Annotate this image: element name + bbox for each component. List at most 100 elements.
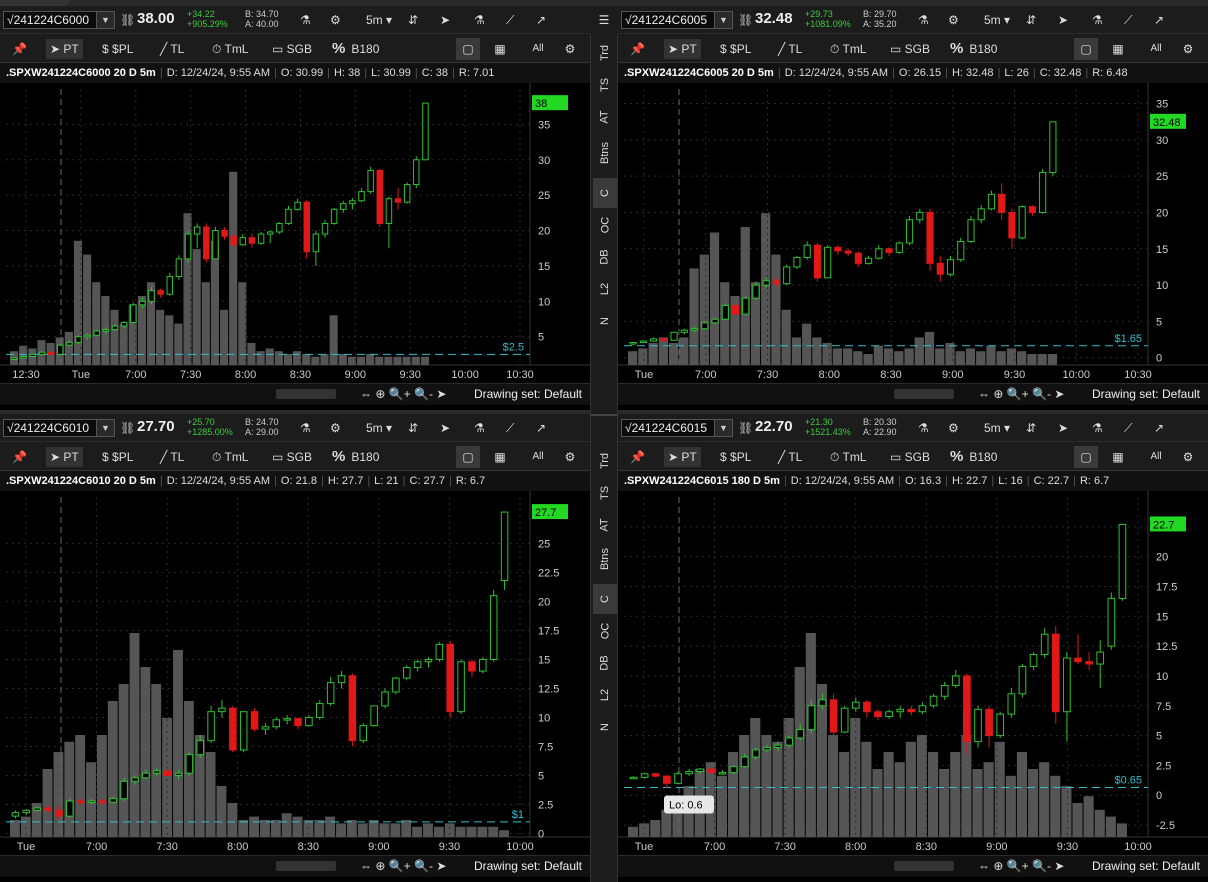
timeline-tool[interactable]: ⏱ TmL — [212, 447, 248, 467]
grid-layout-icon[interactable]: ▦ — [488, 446, 512, 468]
tab-at[interactable]: AT — [593, 102, 617, 132]
pl-tool[interactable]: $ $PL — [102, 447, 133, 467]
pin-icon[interactable]: 📌 — [12, 39, 27, 59]
scrollbar[interactable] — [894, 861, 954, 871]
pointer-tool[interactable]: ➤ PT — [664, 39, 701, 59]
flask-icon[interactable]: ⚗ — [474, 9, 485, 31]
pointer-tool[interactable]: ➤ PT — [664, 447, 701, 467]
tab-db[interactable]: DB — [593, 648, 617, 678]
grid-layout-icon[interactable]: ▦ — [488, 38, 512, 60]
scrollbar[interactable] — [276, 389, 336, 399]
pin-icon[interactable]: 📌 — [630, 447, 645, 467]
tab-btns[interactable]: Btns — [593, 138, 617, 174]
settings-icon[interactable]: ⚙ — [1176, 38, 1200, 60]
share-icon[interactable]: ↗ — [536, 417, 546, 439]
zoom-in-icon[interactable]: 🔍+ — [389, 387, 414, 401]
tab-btns[interactable]: Btns — [593, 544, 617, 580]
zoom-out-icon[interactable]: 🔍- — [414, 387, 436, 401]
sgb-tool[interactable]: ▭ SGB — [272, 447, 312, 467]
scrollbar[interactable] — [276, 861, 336, 871]
gear-icon[interactable]: ⚙ — [948, 9, 959, 31]
flask-icon[interactable]: ⚗ — [918, 9, 929, 31]
settings-icon[interactable]: ⚙ — [558, 38, 582, 60]
flask-icon[interactable]: ⚗ — [1092, 9, 1103, 31]
sgb-tool[interactable]: ▭ SGB — [272, 39, 312, 59]
symbol-input[interactable]: √241224C6010 ▼ — [3, 419, 115, 437]
trendline-tool[interactable]: ╱ TL — [778, 447, 802, 467]
crosshair-icon[interactable]: ⊕ — [375, 387, 388, 401]
drawing-set-label[interactable]: Drawing set: Default — [1092, 387, 1200, 401]
b180-tool[interactable]: % B180 — [950, 447, 997, 467]
tab-l2[interactable]: L2 — [593, 274, 617, 304]
cursor-icon[interactable]: ➤ — [1058, 9, 1068, 31]
flask-icon[interactable]: ⚗ — [300, 9, 311, 31]
pan-icon[interactable]: ⇔ — [360, 859, 375, 873]
tab-at[interactable]: AT — [593, 510, 617, 540]
menu-icon[interactable]: ☰ — [590, 6, 618, 34]
cursor-icon[interactable]: ➤ — [436, 387, 446, 401]
cursor-icon[interactable]: ➤ — [1054, 387, 1064, 401]
pin-icon[interactable]: 📌 — [12, 447, 27, 467]
pointer-tool[interactable]: ➤ PT — [46, 39, 83, 59]
compare-icon[interactable]: ⇵ — [1026, 9, 1036, 31]
symbol-input[interactable]: √241224C6000 ▼ — [3, 11, 115, 29]
cursor-icon[interactable]: ➤ — [1054, 859, 1064, 873]
chart-canvas[interactable]: 35 30 25 20 15 10 5 12:30 Tue 7:00 7:30 8:00 8:30 9:0… — [0, 83, 590, 383]
all-button[interactable]: All — [526, 446, 550, 468]
period-selector[interactable]: 5m ▾ — [984, 417, 1010, 439]
single-layout-icon[interactable]: ▢ — [456, 38, 480, 60]
pl-tool[interactable]: $ $PL — [102, 39, 133, 59]
pl-tool[interactable]: $ $PL — [720, 39, 751, 59]
pan-icon[interactable]: ⇔ — [978, 859, 993, 873]
single-layout-icon[interactable]: ▢ — [1074, 446, 1098, 468]
sgb-tool[interactable]: ▭ SGB — [890, 39, 930, 59]
period-selector[interactable]: 5m ▾ — [366, 9, 392, 31]
tab-l2[interactable]: L2 — [593, 680, 617, 710]
zoom-in-icon[interactable]: 🔍+ — [389, 859, 414, 873]
chart-canvas[interactable]: 25 22.5 20 17.5 15 12.5 10 7.5 5 2.5 0 Tue 7:00 7:30 8… — [0, 491, 590, 855]
tab-trd[interactable]: Trd — [593, 38, 617, 68]
trendline-tool[interactable]: ╱ TL — [160, 447, 184, 467]
drawing-icon[interactable]: ⟋ — [506, 9, 514, 31]
scrollbar[interactable] — [894, 389, 954, 399]
chart-canvas[interactable]: 35 30 25 20 15 10 5 0 Tue 7:00 7:30 8:00 8:30 9:00 9:3… — [618, 83, 1208, 383]
gear-icon[interactable]: ⚙ — [948, 417, 959, 439]
share-icon[interactable]: ↗ — [1154, 9, 1164, 31]
tab-c[interactable]: C — [593, 178, 617, 208]
link-icon[interactable]: ⛓ — [738, 13, 753, 27]
timeline-tool[interactable]: ⏱ TmL — [212, 39, 248, 59]
drawing-set-label[interactable]: Drawing set: Default — [474, 387, 582, 401]
drawing-icon[interactable]: ⟋ — [506, 417, 514, 439]
all-button[interactable]: All — [526, 38, 550, 60]
gear-icon[interactable]: ⚙ — [330, 9, 341, 31]
zoom-in-icon[interactable]: 🔍+ — [1007, 859, 1032, 873]
trendline-tool[interactable]: ╱ TL — [160, 39, 184, 59]
crosshair-icon[interactable]: ⊕ — [993, 859, 1006, 873]
compare-icon[interactable]: ⇵ — [408, 9, 418, 31]
tab-ts[interactable]: TS — [593, 478, 617, 508]
b180-tool[interactable]: % B180 — [332, 447, 379, 467]
grid-layout-icon[interactable]: ▦ — [1106, 446, 1130, 468]
tab-n[interactable]: N — [593, 306, 617, 336]
sgb-tool[interactable]: ▭ SGB — [890, 447, 930, 467]
share-icon[interactable]: ↗ — [1154, 417, 1164, 439]
drawing-set-label[interactable]: Drawing set: Default — [1092, 859, 1200, 873]
chevron-down-icon[interactable]: ▼ — [714, 12, 732, 28]
zoom-out-icon[interactable]: 🔍- — [1032, 859, 1054, 873]
timeline-tool[interactable]: ⏱ TmL — [830, 447, 866, 467]
pin-icon[interactable]: 📌 — [630, 39, 645, 59]
chart-canvas[interactable]: 22.52017.51512.5107.552.50-2.5Tue7:007:3… — [618, 491, 1208, 855]
flask-icon[interactable]: ⚗ — [300, 417, 311, 439]
drawing-set-label[interactable]: Drawing set: Default — [474, 859, 582, 873]
tab-trd[interactable]: Trd — [593, 446, 617, 476]
pl-tool[interactable]: $ $PL — [720, 447, 751, 467]
zoom-out-icon[interactable]: 🔍- — [414, 859, 436, 873]
chevron-down-icon[interactable]: ▼ — [96, 12, 114, 28]
period-selector[interactable]: 5m ▾ — [366, 417, 392, 439]
compare-icon[interactable]: ⇵ — [408, 417, 418, 439]
b180-tool[interactable]: % B180 — [950, 39, 997, 59]
pointer-tool[interactable]: ➤ PT — [46, 447, 83, 467]
all-button[interactable]: All — [1144, 446, 1168, 468]
compare-icon[interactable]: ⇵ — [1026, 417, 1036, 439]
tab-n[interactable]: N — [593, 712, 617, 742]
